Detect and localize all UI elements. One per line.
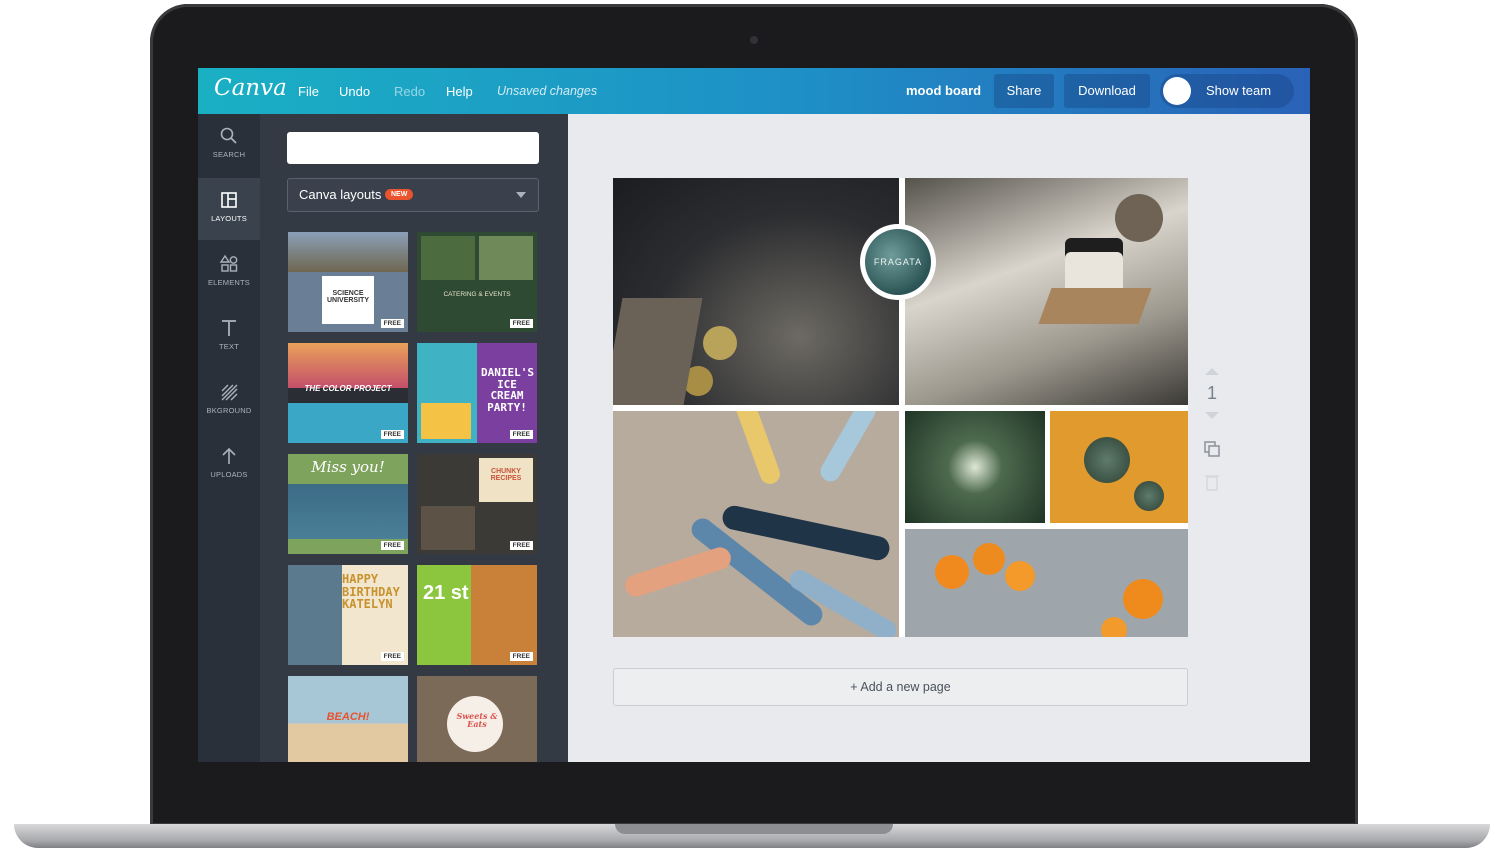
layout-thumbnail[interactable]: THE COLOR PROJECT FREE: [288, 343, 408, 443]
layout-thumbnail[interactable]: DANIEL'S ICE CREAM PARTY! FREE: [417, 343, 537, 443]
search-input[interactable]: [287, 132, 539, 164]
layout-type-select[interactable]: Canva layouts NEW: [287, 178, 539, 212]
layout-thumbnail[interactable]: BEACH!: [288, 676, 408, 762]
photo-kitchen-tools[interactable]: [613, 178, 899, 405]
sidebar-item-label: TEXT: [219, 342, 239, 351]
free-badge: FREE: [509, 652, 533, 661]
layout-thumbnail[interactable]: Miss you! FREE: [288, 454, 408, 554]
sidebar-item-label: BKGROUND: [206, 406, 252, 415]
new-badge: NEW: [385, 189, 414, 200]
layout-thumbnail[interactable]: CHUNKY RECIPES FREE: [417, 454, 537, 554]
camera-icon: [750, 36, 758, 44]
file-menu[interactable]: File: [298, 84, 319, 99]
layout-thumbnail[interactable]: SCIENCE UNIVERSITY FREE: [288, 232, 408, 332]
thumbnail-text: THE COLOR PROJECT: [304, 384, 392, 393]
sidebar-rail: SEARCH LAYOUTS ELEMENTS TEXT BKGROUND UP…: [198, 114, 260, 762]
free-badge: FREE: [380, 430, 404, 439]
avatar: [1163, 77, 1191, 105]
sidebar-item-label: SEARCH: [212, 150, 246, 159]
redo-button[interactable]: Redo: [394, 84, 425, 99]
sidebar-item-background[interactable]: BKGROUND: [198, 370, 260, 432]
background-icon: [221, 384, 238, 401]
share-button[interactable]: Share: [994, 74, 1054, 108]
free-badge: FREE: [380, 652, 404, 661]
chevron-down-icon: [516, 192, 526, 198]
help-menu[interactable]: Help: [446, 84, 473, 99]
sidebar-item-label: LAYOUTS: [211, 214, 247, 223]
app-window: Canva File Undo Redo Help Unsaved change…: [198, 68, 1310, 762]
layout-thumbnail[interactable]: Sweets & Eats: [417, 676, 537, 762]
free-badge: FREE: [509, 430, 533, 439]
show-team-label: Show team: [1206, 83, 1272, 98]
layout-thumbnail[interactable]: CATERING & EVENTS FREE: [417, 232, 537, 332]
free-badge: FREE: [380, 319, 404, 328]
layout-thumbnail[interactable]: HAPPY BIRTHDAY KATELYN FREE: [288, 565, 408, 665]
free-badge: FREE: [380, 541, 404, 550]
sidebar-item-layouts[interactable]: LAYOUTS: [198, 178, 260, 240]
page-controls: 1: [1200, 368, 1224, 495]
photo-coffee-mug[interactable]: [905, 178, 1188, 405]
photo-tangerines[interactable]: [905, 529, 1188, 637]
free-badge: FREE: [509, 319, 533, 328]
layouts-icon: [221, 192, 237, 208]
canva-logo[interactable]: Canva: [214, 75, 287, 101]
move-down-icon[interactable]: [1205, 412, 1219, 419]
free-badge: FREE: [509, 541, 533, 550]
show-team-button[interactable]: Show team: [1160, 74, 1294, 108]
search-icon: [220, 127, 237, 144]
save-status: Unsaved changes: [497, 84, 598, 98]
elements-icon: [219, 254, 238, 272]
sidebar-item-search[interactable]: SEARCH: [198, 114, 260, 176]
layouts-panel: Canva layouts NEW SCIENCE UNIVERSITY FRE…: [260, 114, 568, 762]
page-number: 1: [1206, 383, 1217, 403]
delete-page-icon[interactable]: [1204, 473, 1220, 491]
upload-icon: [222, 447, 236, 464]
add-page-button[interactable]: + Add a new page: [613, 668, 1188, 706]
thumbnail-text: CHUNKY RECIPES: [490, 468, 522, 483]
undo-button[interactable]: Undo: [339, 84, 370, 99]
thumbnail-text: HAPPY BIRTHDAY KATELYN: [342, 572, 400, 612]
thumbnail-text: Sweets & Eats: [456, 711, 498, 730]
thumbnail-text: DANIEL'S ICE CREAM PARTY!: [481, 366, 534, 414]
sidebar-item-text[interactable]: TEXT: [198, 306, 260, 368]
design-page[interactable]: FRAGATA: [613, 178, 1188, 637]
text-icon: [222, 320, 236, 336]
sidebar-item-label: UPLOADS: [210, 470, 248, 479]
top-bar: Canva File Undo Redo Help Unsaved change…: [198, 68, 1310, 114]
photo-succulent[interactable]: [1050, 411, 1188, 523]
download-button[interactable]: Download: [1064, 74, 1150, 108]
thumbnail-text: 21 st: [423, 582, 469, 604]
thumbnail-text: CATERING & EVENTS: [443, 291, 511, 298]
logo-badge[interactable]: FRAGATA: [860, 224, 936, 300]
copy-page-icon[interactable]: [1202, 439, 1222, 459]
sidebar-item-elements[interactable]: ELEMENTS: [198, 242, 260, 304]
photo-green-plant[interactable]: [905, 411, 1045, 523]
laptop-notch: [615, 824, 893, 834]
sidebar-item-label: ELEMENTS: [207, 278, 251, 287]
layout-thumbnail[interactable]: 21 st FREE: [417, 565, 537, 665]
logo-badge-text: FRAGATA: [865, 229, 931, 295]
sidebar-item-uploads[interactable]: UPLOADS: [198, 434, 260, 496]
thumbnail-text: Miss you!: [311, 458, 385, 476]
thumbnail-text: SCIENCE UNIVERSITY: [326, 290, 369, 305]
photo-paint-sticks[interactable]: [613, 411, 899, 637]
thumbnail-text: BEACH!: [326, 711, 370, 723]
document-title[interactable]: mood board: [906, 83, 981, 98]
layout-type-label: Canva layouts: [299, 187, 382, 202]
move-up-icon[interactable]: [1205, 368, 1219, 375]
